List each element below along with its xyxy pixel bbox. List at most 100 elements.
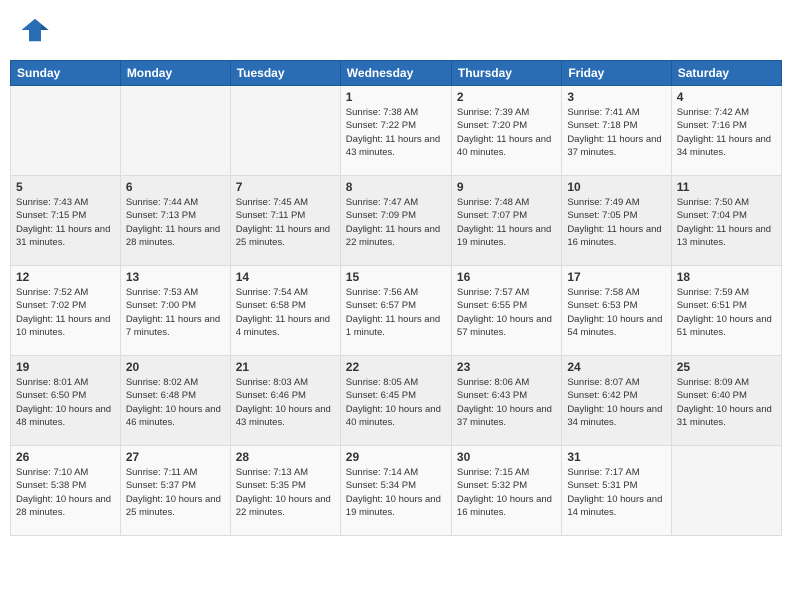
day-number: 23 (457, 360, 556, 374)
day-info: Sunrise: 8:01 AMSunset: 6:50 PMDaylight:… (16, 376, 115, 429)
day-info: Sunrise: 7:42 AMSunset: 7:16 PMDaylight:… (677, 106, 776, 159)
calendar-week-row: 19 Sunrise: 8:01 AMSunset: 6:50 PMDayligh… (11, 356, 782, 446)
day-info: Sunrise: 8:07 AMSunset: 6:42 PMDaylight:… (567, 376, 665, 429)
day-info: Sunrise: 7:58 AMSunset: 6:53 PMDaylight:… (567, 286, 665, 339)
day-info: Sunrise: 7:13 AMSunset: 5:35 PMDaylight:… (236, 466, 335, 519)
day-info: Sunrise: 7:38 AMSunset: 7:22 PMDaylight:… (346, 106, 446, 159)
calendar-cell (671, 446, 781, 536)
calendar-cell: 1 Sunrise: 7:38 AMSunset: 7:22 PMDaylight… (340, 86, 451, 176)
day-number: 6 (126, 180, 225, 194)
weekday-header: Friday (562, 61, 671, 86)
day-info: Sunrise: 8:05 AMSunset: 6:45 PMDaylight:… (346, 376, 446, 429)
day-info: Sunrise: 7:52 AMSunset: 7:02 PMDaylight:… (16, 286, 115, 339)
calendar-cell (11, 86, 121, 176)
calendar-cell: 12Sunrise: 7:52 AMSunset: 7:02 PMDayligh… (11, 266, 121, 356)
weekday-header: Thursday (451, 61, 561, 86)
calendar-cell: 28 Sunrise: 7:13 AMSunset: 5:35 PMDayligh… (230, 446, 340, 536)
calendar-cell: 11 Sunrise: 7:50 AMSunset: 7:04 PMDayligh… (671, 176, 781, 266)
calendar-cell: 3Sunrise: 7:41 AMSunset: 7:18 PMDaylight… (562, 86, 671, 176)
day-number: 11 (677, 180, 776, 194)
day-info: Sunrise: 7:49 AMSunset: 7:05 PMDaylight:… (567, 196, 665, 249)
day-info: Sunrise: 7:48 AMSunset: 7:07 PMDaylight:… (457, 196, 556, 249)
calendar-cell: 8Sunrise: 7:47 AMSunset: 7:09 PMDaylight… (340, 176, 451, 266)
calendar-week-row: 5 Sunrise: 7:43 AMSunset: 7:15 PMDaylight… (11, 176, 782, 266)
day-info: Sunrise: 7:50 AMSunset: 7:04 PMDaylight:… (677, 196, 776, 249)
calendar-table: SundayMondayTuesdayWednesdayThursdayFrid… (10, 60, 782, 536)
day-number: 13 (126, 270, 225, 284)
calendar-cell: 25 Sunrise: 8:09 AMSunset: 6:40 PMDayligh… (671, 356, 781, 446)
calendar-cell: 9 Sunrise: 7:48 AMSunset: 7:07 PMDaylight… (451, 176, 561, 266)
day-number: 27 (126, 450, 225, 464)
weekday-header: Sunday (11, 61, 121, 86)
calendar-cell: 6 Sunrise: 7:44 AMSunset: 7:13 PMDaylight… (120, 176, 230, 266)
calendar-cell: 31 Sunrise: 7:17 AMSunset: 5:31 PMDayligh… (562, 446, 671, 536)
day-number: 25 (677, 360, 776, 374)
calendar-cell: 16Sunrise: 7:57 AMSunset: 6:55 PMDayligh… (451, 266, 561, 356)
calendar-header-row: SundayMondayTuesdayWednesdayThursdayFrid… (11, 61, 782, 86)
day-number: 1 (346, 90, 446, 104)
calendar-cell: 21 Sunrise: 8:03 AMSunset: 6:46 PMDayligh… (230, 356, 340, 446)
calendar-cell: 27 Sunrise: 7:11 AMSunset: 5:37 PMDayligh… (120, 446, 230, 536)
weekday-header: Saturday (671, 61, 781, 86)
weekday-header: Monday (120, 61, 230, 86)
calendar-cell (120, 86, 230, 176)
calendar-cell: 23 Sunrise: 8:06 AMSunset: 6:43 PMDayligh… (451, 356, 561, 446)
day-info: Sunrise: 7:53 AMSunset: 7:00 PMDaylight:… (126, 286, 225, 339)
day-number: 15 (346, 270, 446, 284)
calendar-cell: 19 Sunrise: 8:01 AMSunset: 6:50 PMDayligh… (11, 356, 121, 446)
page-header (10, 10, 782, 50)
day-number: 18 (677, 270, 776, 284)
calendar-cell: 22 Sunrise: 8:05 AMSunset: 6:45 PMDayligh… (340, 356, 451, 446)
day-number: 21 (236, 360, 335, 374)
calendar-cell: 29Sunrise: 7:14 AMSunset: 5:34 PMDayligh… (340, 446, 451, 536)
day-number: 7 (236, 180, 335, 194)
calendar-cell: 18 Sunrise: 7:59 AMSunset: 6:51 PMDayligh… (671, 266, 781, 356)
calendar-cell (230, 86, 340, 176)
calendar-cell: 13 Sunrise: 7:53 AMSunset: 7:00 PMDayligh… (120, 266, 230, 356)
calendar-cell: 7Sunrise: 7:45 AMSunset: 7:11 PMDaylight… (230, 176, 340, 266)
day-number: 24 (567, 360, 665, 374)
day-info: Sunrise: 8:03 AMSunset: 6:46 PMDaylight:… (236, 376, 335, 429)
calendar-cell: 30Sunrise: 7:15 AMSunset: 5:32 PMDayligh… (451, 446, 561, 536)
logo (20, 15, 52, 45)
day-info: Sunrise: 8:09 AMSunset: 6:40 PMDaylight:… (677, 376, 776, 429)
day-info: Sunrise: 7:59 AMSunset: 6:51 PMDaylight:… (677, 286, 776, 339)
day-number: 5 (16, 180, 115, 194)
calendar-cell: 15 Sunrise: 7:56 AMSunset: 6:57 PMDayligh… (340, 266, 451, 356)
calendar-week-row: 12Sunrise: 7:52 AMSunset: 7:02 PMDayligh… (11, 266, 782, 356)
day-number: 22 (346, 360, 446, 374)
day-number: 26 (16, 450, 115, 464)
day-number: 9 (457, 180, 556, 194)
day-number: 28 (236, 450, 335, 464)
day-number: 4 (677, 90, 776, 104)
day-info: Sunrise: 7:11 AMSunset: 5:37 PMDaylight:… (126, 466, 225, 519)
day-info: Sunrise: 7:43 AMSunset: 7:15 PMDaylight:… (16, 196, 115, 249)
day-number: 10 (567, 180, 665, 194)
calendar-cell: 26 Sunrise: 7:10 AMSunset: 5:38 PMDayligh… (11, 446, 121, 536)
day-number: 19 (16, 360, 115, 374)
calendar-cell: 2Sunrise: 7:39 AMSunset: 7:20 PMDaylight… (451, 86, 561, 176)
day-number: 3 (567, 90, 665, 104)
day-number: 2 (457, 90, 556, 104)
calendar-cell: 4 Sunrise: 7:42 AMSunset: 7:16 PMDaylight… (671, 86, 781, 176)
day-info: Sunrise: 7:54 AMSunset: 6:58 PMDaylight:… (236, 286, 335, 339)
calendar-cell: 10 Sunrise: 7:49 AMSunset: 7:05 PMDayligh… (562, 176, 671, 266)
day-info: Sunrise: 7:44 AMSunset: 7:13 PMDaylight:… (126, 196, 225, 249)
day-info: Sunrise: 7:10 AMSunset: 5:38 PMDaylight:… (16, 466, 115, 519)
day-number: 14 (236, 270, 335, 284)
day-number: 20 (126, 360, 225, 374)
logo-icon (20, 15, 50, 45)
day-info: Sunrise: 8:06 AMSunset: 6:43 PMDaylight:… (457, 376, 556, 429)
day-number: 8 (346, 180, 446, 194)
calendar-cell: 20 Sunrise: 8:02 AMSunset: 6:48 PMDayligh… (120, 356, 230, 446)
weekday-header: Wednesday (340, 61, 451, 86)
day-number: 30 (457, 450, 556, 464)
day-number: 29 (346, 450, 446, 464)
weekday-header: Tuesday (230, 61, 340, 86)
day-number: 17 (567, 270, 665, 284)
day-info: Sunrise: 7:17 AMSunset: 5:31 PMDaylight:… (567, 466, 665, 519)
day-number: 31 (567, 450, 665, 464)
day-info: Sunrise: 8:02 AMSunset: 6:48 PMDaylight:… (126, 376, 225, 429)
day-info: Sunrise: 7:56 AMSunset: 6:57 PMDaylight:… (346, 286, 446, 339)
day-number: 16 (457, 270, 556, 284)
